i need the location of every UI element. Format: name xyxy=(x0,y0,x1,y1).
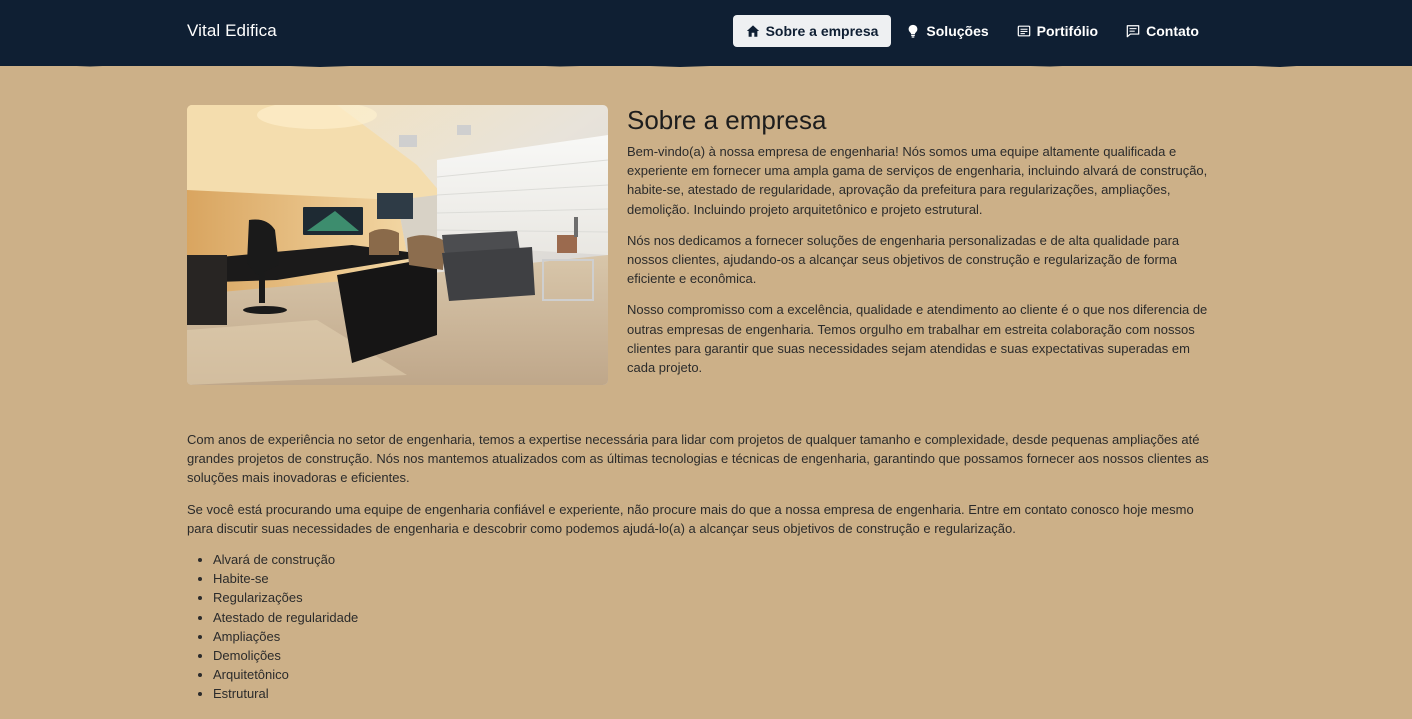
services-list: Alvará de construção Habite-se Regulariz… xyxy=(187,550,1222,704)
home-icon xyxy=(746,24,760,38)
experience-section: Com anos de experiência no setor de enge… xyxy=(187,430,1222,704)
nav-item-label: Soluções xyxy=(926,23,989,39)
list-item: Ampliações xyxy=(213,627,1222,646)
chat-icon xyxy=(1126,24,1140,38)
document-icon xyxy=(1017,24,1031,38)
nav-item-label: Portifólio xyxy=(1036,23,1099,39)
nav-item-contato[interactable]: Contato xyxy=(1113,15,1212,47)
about-paragraph: Bem-vindo(a) à nossa empresa de engenhar… xyxy=(627,144,1208,217)
experience-paragraph: Com anos de experiência no setor de enge… xyxy=(187,432,1209,486)
nav-item-label: Contato xyxy=(1146,23,1199,39)
lightbulb-icon xyxy=(906,24,920,38)
list-item: Estrutural xyxy=(213,684,1222,703)
brand-logo[interactable]: Vital Edifica xyxy=(187,21,277,41)
list-item: Habite-se xyxy=(213,569,1222,588)
list-item: Arquitetônico xyxy=(213,665,1222,684)
office-photo xyxy=(187,105,608,385)
section-title: Sobre a empresa xyxy=(627,105,827,135)
nav-item-sobre[interactable]: Sobre a empresa xyxy=(732,15,892,47)
nav-item-solucoes[interactable]: Soluções xyxy=(893,15,1001,47)
nav-item-label: Sobre a empresa xyxy=(765,23,879,39)
navbar-container: Vital Edifica Sobre a empresa Soluções P… xyxy=(187,0,1212,62)
about-paragraph: Nós nos dedicamos a fornecer soluções de… xyxy=(627,232,1180,287)
main-nav: Sobre a empresa Soluções Portifólio Cont… xyxy=(732,15,1212,47)
list-item: Alvará de construção xyxy=(213,550,1222,569)
top-navbar: Vital Edifica Sobre a empresa Soluções P… xyxy=(0,0,1412,66)
about-paragraph: Nosso compromisso com a excelência, qual… xyxy=(627,302,1208,376)
list-item: Regularizações xyxy=(213,588,1222,607)
contact-paragraph: Se você está procurando uma equipe de en… xyxy=(187,501,1194,536)
nav-item-portifolio[interactable]: Portifólio xyxy=(1004,15,1111,47)
torn-paper-edge xyxy=(0,62,1412,67)
about-text: Sobre a empresa Bem-vindo(a) à nossa emp… xyxy=(627,105,1217,389)
list-item: Atestado de regularidade xyxy=(213,608,1222,627)
list-item: Demolições xyxy=(213,646,1222,665)
